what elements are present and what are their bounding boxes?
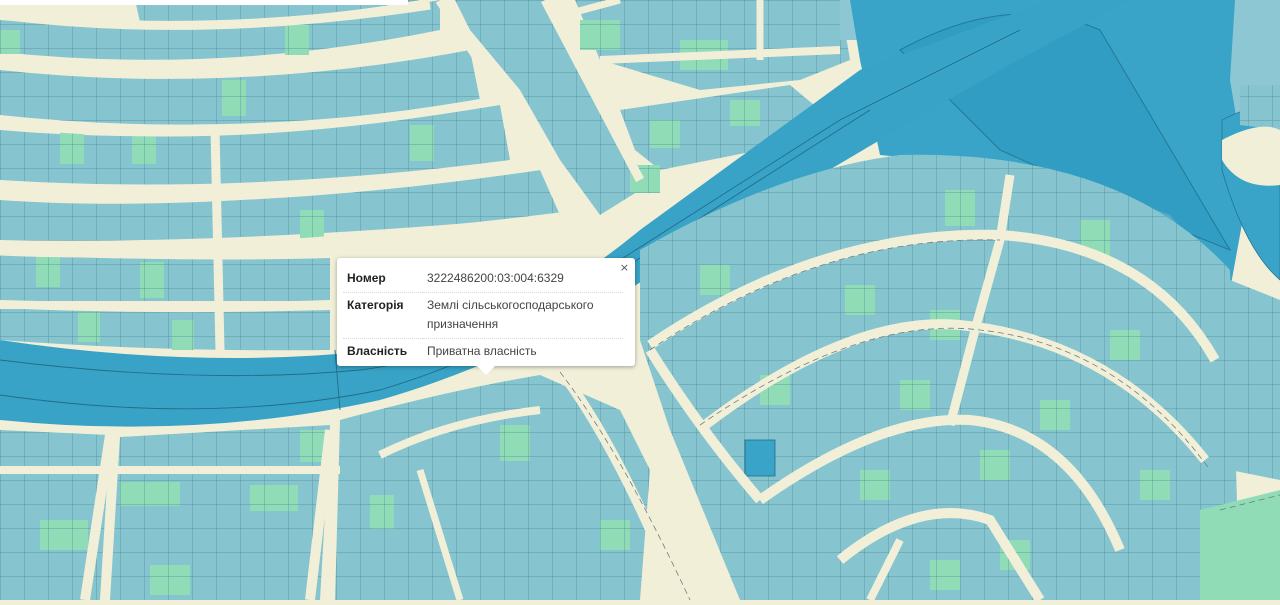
table-row: Номер 3222486200:03:004:6329 — [343, 266, 623, 293]
table-row: Власність Приватна власність — [343, 338, 623, 365]
attribute-key: Номер — [347, 271, 386, 285]
attribute-value: Землі сільськогосподарського призначення — [423, 292, 623, 339]
attribute-value: 3222486200:03:004:6329 — [427, 271, 564, 285]
attribute-key: Власність — [343, 338, 423, 365]
top-strip — [0, 0, 408, 5]
parcel-attributes-table: Номер 3222486200:03:004:6329 Категорія З… — [343, 266, 623, 365]
table-row: Категорія Землі сільськогосподарського п… — [343, 292, 623, 339]
parcel-info-popup: × Номер 3222486200:03:004:6329 Категорія… — [337, 258, 635, 375]
cadastral-map[interactable] — [0, 0, 1280, 603]
attribute-key: Категорія — [343, 292, 423, 339]
map-canvas[interactable] — [0, 0, 1280, 603]
attribute-value: Приватна власність — [423, 338, 623, 365]
